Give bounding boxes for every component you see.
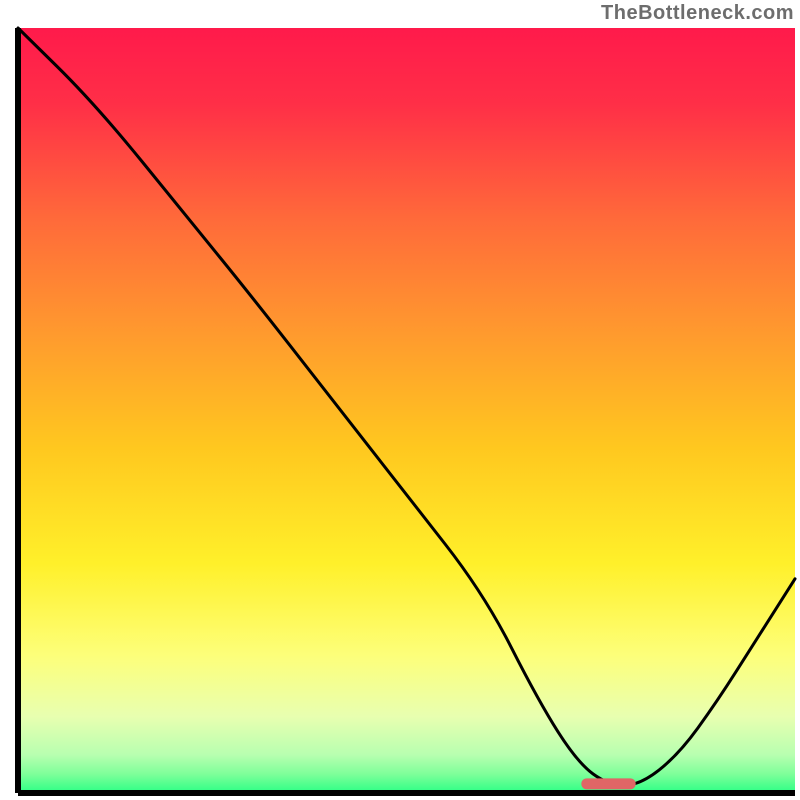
bottleneck-chart <box>0 0 800 800</box>
optimal-marker <box>581 778 635 789</box>
watermark-text: TheBottleneck.com <box>601 2 794 25</box>
chart-container: TheBottleneck.com <box>0 0 800 800</box>
chart-background <box>18 28 795 793</box>
